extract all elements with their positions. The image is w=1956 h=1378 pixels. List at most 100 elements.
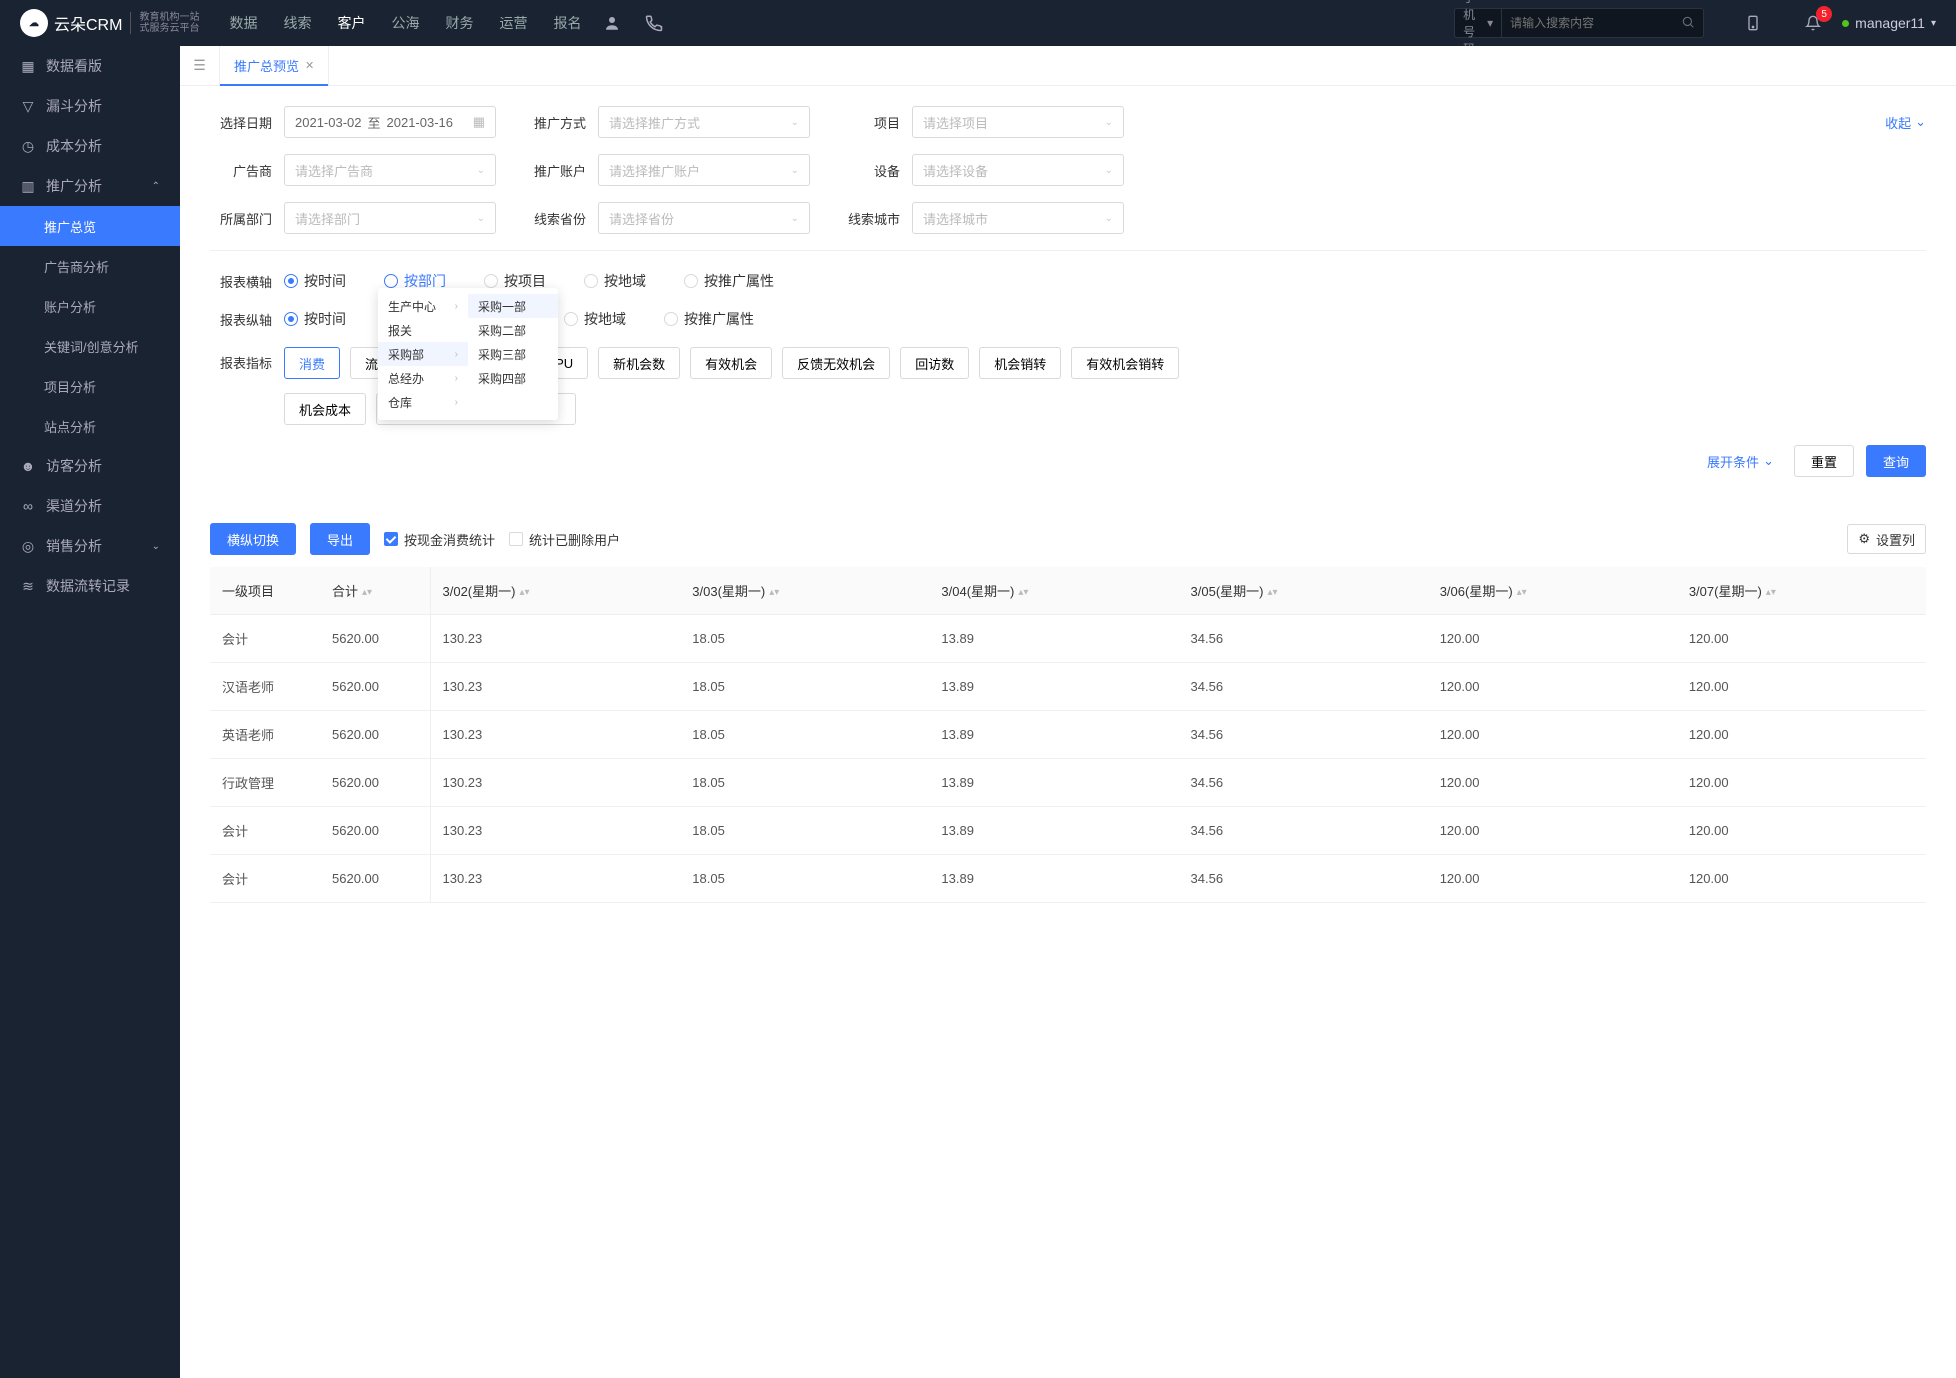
table-row[interactable]: 英语老师5620.00130.2318.0513.8934.56120.0012… <box>210 711 1926 759</box>
sidebar-label: 数据看版 <box>46 56 102 76</box>
sidebar-dashboard[interactable]: ▦数据看版 <box>0 46 180 86</box>
cascader-opt-p2[interactable]: 采购二部 <box>468 318 558 342</box>
expand-conditions[interactable]: 展开条件⌄ <box>1707 452 1774 471</box>
v-radio-time[interactable]: 按时间 <box>284 309 346 329</box>
sort-icon: ▴▾ <box>769 590 779 596</box>
metric-validconv[interactable]: 有效机会销转 <box>1071 347 1179 379</box>
switch-button[interactable]: 横纵切换 <box>210 523 296 555</box>
metric-hidden1[interactable]: 流 <box>350 347 380 379</box>
search-type-select[interactable]: 手机号码▾ <box>1455 9 1502 37</box>
table-row[interactable]: 汉语老师5620.00130.2318.0513.8934.56120.0012… <box>210 663 1926 711</box>
column-settings[interactable]: ⚙设置列 <box>1847 524 1926 554</box>
export-button[interactable]: 导出 <box>310 523 370 555</box>
account-select[interactable]: 请选择推广账户⌄ <box>598 154 810 186</box>
sidebar-label: 访客分析 <box>46 456 102 476</box>
collapse-filters[interactable]: 收起⌄ <box>1885 113 1926 132</box>
chevron-right-icon: › <box>455 349 458 360</box>
close-icon[interactable]: ✕ <box>305 59 314 72</box>
sidebar-account[interactable]: 账户分析 <box>0 286 180 326</box>
table-header-cell[interactable]: 一级项目 <box>210 567 320 615</box>
table-header-cell[interactable]: 合计▴▾ <box>320 567 430 615</box>
table-header-cell[interactable]: 3/05(星期一)▴▾ <box>1179 567 1428 615</box>
nav-signup[interactable]: 报名 <box>553 13 581 33</box>
sidebar-visitor[interactable]: ☻访客分析 <box>0 446 180 486</box>
device-select[interactable]: 请选择设备⌄ <box>912 154 1124 186</box>
nav-finance[interactable]: 财务 <box>445 13 473 33</box>
query-button[interactable]: 查询 <box>1866 445 1926 477</box>
bell-icon[interactable]: 5 <box>1802 12 1824 34</box>
table-cell: 120.00 <box>1677 855 1926 903</box>
sidebar-channel[interactable]: ∞渠道分析 <box>0 486 180 526</box>
mobile-icon[interactable] <box>1742 12 1764 34</box>
table-header-cell[interactable]: 3/03(星期一)▴▾ <box>680 567 929 615</box>
profile-icon[interactable] <box>601 12 623 34</box>
check-deleted[interactable]: 统计已删除用户 <box>509 530 620 549</box>
cascader-opt-p3[interactable]: 采购三部 <box>468 342 558 366</box>
advertiser-select[interactable]: 请选择广告商⌄ <box>284 154 496 186</box>
chevron-right-icon: › <box>455 397 458 408</box>
user-menu[interactable]: manager11 ▾ <box>1842 15 1936 31</box>
cascader-opt-warehouse[interactable]: 仓库› <box>378 390 468 414</box>
province-select[interactable]: 请选择省份⌄ <box>598 202 810 234</box>
table-header-cell[interactable]: 3/07(星期一)▴▾ <box>1677 567 1926 615</box>
metric-spend[interactable]: 消费 <box>284 347 340 379</box>
nav-data[interactable]: 数据 <box>229 13 257 33</box>
metric-revisit[interactable]: 回访数 <box>900 347 969 379</box>
sidebar-keyword[interactable]: 关键词/创意分析 <box>0 326 180 366</box>
metric-oppcost[interactable]: 机会成本 <box>284 393 366 425</box>
h-radio-time[interactable]: 按时间 <box>284 271 346 291</box>
metric-invalid[interactable]: 反馈无效机会 <box>782 347 890 379</box>
cascader-opt-production[interactable]: 生产中心› <box>378 294 468 318</box>
cascader-opt-customs[interactable]: 报关 <box>378 318 468 342</box>
sidebar-site[interactable]: 站点分析 <box>0 406 180 446</box>
dept-cascader: 生产中心› 报关 采购部› 总经办› 仓库› 采购一部 采购二部 采购三部 采购… <box>378 288 558 420</box>
cascader-opt-p4[interactable]: 采购四部 <box>468 366 558 390</box>
v-radio-attr[interactable]: 按推广属性 <box>664 309 754 329</box>
table-cell: 120.00 <box>1677 759 1926 807</box>
sidebar-promo[interactable]: ▥推广分析⌃ <box>0 166 180 206</box>
table-row[interactable]: 会计5620.00130.2318.0513.8934.56120.00120.… <box>210 615 1926 663</box>
table-header-cell[interactable]: 3/02(星期一)▴▾ <box>430 567 680 615</box>
sidebar-flow[interactable]: ≋数据流转记录 <box>0 566 180 606</box>
table-row[interactable]: 会计5620.00130.2318.0513.8934.56120.00120.… <box>210 807 1926 855</box>
table-row[interactable]: 会计5620.00130.2318.0513.8934.56120.00120.… <box>210 855 1926 903</box>
table-header-cell[interactable]: 3/06(星期一)▴▾ <box>1428 567 1677 615</box>
table-cell: 120.00 <box>1428 663 1677 711</box>
sidebar-cost[interactable]: ◷成本分析 <box>0 126 180 166</box>
cascader-opt-gm[interactable]: 总经办› <box>378 366 468 390</box>
project-select[interactable]: 请选择项目⌄ <box>912 106 1124 138</box>
search-icon[interactable] <box>1673 15 1703 32</box>
nav-leads[interactable]: 线索 <box>283 13 311 33</box>
collapse-sidebar-button[interactable]: ☰ <box>180 46 220 85</box>
nav-customer[interactable]: 客户 <box>337 13 365 33</box>
phone-icon[interactable] <box>643 12 665 34</box>
dept-select[interactable]: 请选择部门⌄ <box>284 202 496 234</box>
table-row[interactable]: 行政管理5620.00130.2318.0513.8934.56120.0012… <box>210 759 1926 807</box>
cascader-opt-purchase[interactable]: 采购部› <box>378 342 468 366</box>
metric-oppconv[interactable]: 机会销转 <box>979 347 1061 379</box>
h-radio-attr[interactable]: 按推广属性 <box>684 271 774 291</box>
sidebar-promo-overview[interactable]: 推广总览 <box>0 206 180 246</box>
sidebar-funnel[interactable]: ▽漏斗分析 <box>0 86 180 126</box>
tab-promo-overview[interactable]: 推广总预览 ✕ <box>220 46 329 85</box>
nav-sea[interactable]: 公海 <box>391 13 419 33</box>
logo[interactable]: ☁ 云朵CRM 教育机构一站 式服务云平台 <box>20 9 199 37</box>
sidebar-sales[interactable]: ◎销售分析⌄ <box>0 526 180 566</box>
table-header-cell[interactable]: 3/04(星期一)▴▾ <box>929 567 1178 615</box>
date-range-input[interactable]: 2021-03-02 至 2021-03-16 ▦ <box>284 106 496 138</box>
v-radio-region[interactable]: 按地域 <box>564 309 626 329</box>
reset-button[interactable]: 重置 <box>1794 445 1854 477</box>
promo-select[interactable]: 请选择推广方式⌄ <box>598 106 810 138</box>
check-cash[interactable]: 按现金消费统计 <box>384 530 495 549</box>
nav-ops[interactable]: 运营 <box>499 13 527 33</box>
h-radio-region[interactable]: 按地域 <box>584 271 646 291</box>
sidebar-project[interactable]: 项目分析 <box>0 366 180 406</box>
metric-validopp[interactable]: 有效机会 <box>690 347 772 379</box>
sidebar-advertiser[interactable]: 广告商分析 <box>0 246 180 286</box>
cascader-opt-p1[interactable]: 采购一部 <box>468 294 558 318</box>
sort-icon: ▴▾ <box>362 590 372 596</box>
city-select[interactable]: 请选择城市⌄ <box>912 202 1124 234</box>
radio-label: 按推广属性 <box>684 309 754 329</box>
search-input[interactable] <box>1502 16 1673 30</box>
metric-newopp[interactable]: 新机会数 <box>598 347 680 379</box>
